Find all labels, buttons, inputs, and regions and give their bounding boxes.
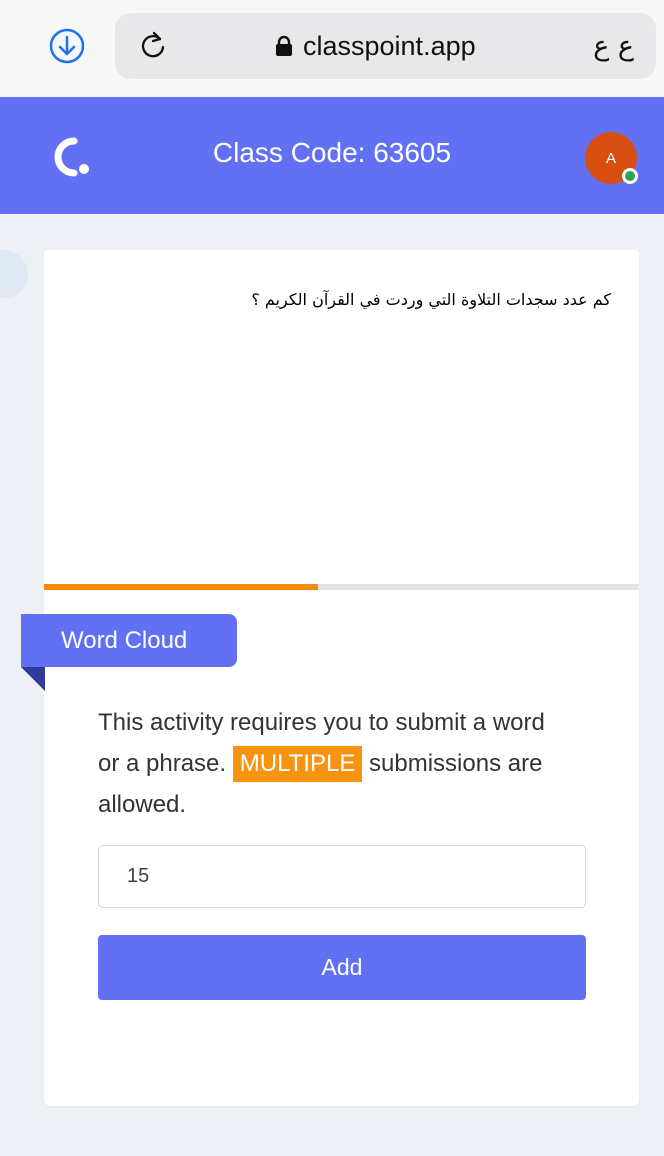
lock-icon	[276, 35, 292, 56]
browser-toolbar: classpoint.app ع ع	[0, 0, 664, 97]
text-size-button[interactable]: ع ع	[593, 31, 634, 62]
multiple-badge: MULTIPLE	[232, 746, 363, 782]
url-display[interactable]: classpoint.app	[275, 31, 476, 61]
reload-icon[interactable]	[137, 30, 169, 62]
activity-instructions: This activity requires you to submit a w…	[98, 702, 558, 825]
activity-type-label: Word Cloud	[21, 614, 237, 667]
slide-question: كم عدد سجدات التلاوة التي وردت في القرآن…	[251, 290, 611, 309]
answer-input[interactable]	[98, 845, 586, 908]
slide-card: كم عدد سجدات التلاوة التي وردت في القرآن…	[44, 250, 639, 585]
class-code-title: Class Code: 63605	[212, 137, 452, 168]
app-header: Class Code: 63605 A	[0, 97, 664, 214]
add-button[interactable]: Add	[98, 935, 586, 1000]
address-bar[interactable]: classpoint.app ع ع	[115, 13, 656, 79]
online-status-dot	[622, 168, 638, 184]
edge-decoration	[0, 250, 28, 298]
download-icon[interactable]	[48, 27, 86, 65]
ribbon-fold	[21, 667, 45, 691]
url-text: classpoint.app	[303, 30, 476, 61]
